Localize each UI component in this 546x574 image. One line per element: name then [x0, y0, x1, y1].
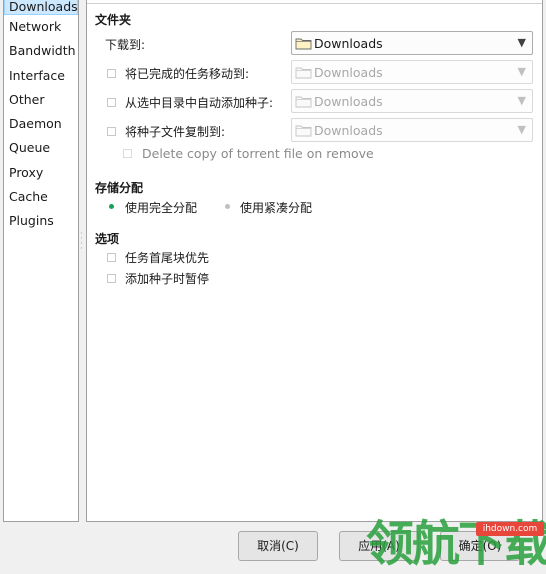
autoadd-checkbox[interactable] [107, 98, 116, 107]
move-completed-value: Downloads [314, 65, 383, 80]
dropdown-arrow-icon[interactable]: ▼ [518, 94, 526, 107]
sidebar-item-bandwidth[interactable]: Bandwidth [4, 39, 78, 63]
compact-allocation-label: 使用紧凑分配 [240, 201, 313, 215]
add-paused-checkbox[interactable] [107, 274, 116, 283]
sidebar-item-cache[interactable]: Cache [4, 185, 78, 209]
cancel-button[interactable]: 取消(C) [238, 531, 318, 561]
allocation-section-title: 存储分配 [95, 181, 144, 195]
sidebar-item-network[interactable]: Network [4, 15, 78, 39]
move-completed-combo[interactable]: Downloads ▼ [291, 60, 533, 84]
folder-icon [295, 125, 312, 137]
move-completed-label: 将已完成的任务移动到: [125, 67, 250, 81]
prioritize-label: 任务首尾块优先 [125, 251, 210, 265]
sidebar-item-interface[interactable]: Interface [4, 64, 78, 88]
watermark-badge: ihdown.com [476, 522, 544, 536]
folder-icon [295, 38, 312, 50]
delete-copy-checkbox[interactable] [123, 149, 132, 158]
sidebar-item-downloads[interactable]: Downloads [4, 0, 78, 15]
delete-copy-label: Delete copy of torrent file on remove [142, 146, 374, 161]
dropdown-arrow-icon[interactable]: ▼ [518, 123, 526, 136]
dropdown-arrow-icon[interactable]: ▼ [518, 36, 526, 49]
downloads-settings-panel: 文件夹 下载到: Downloads ▼ 将已完成的任务移动到: Downloa… [86, 0, 543, 522]
download-to-combo[interactable]: Downloads ▼ [291, 31, 533, 55]
panel-top-border [87, 0, 542, 4]
sidebar-item-other[interactable]: Other [4, 88, 78, 112]
dropdown-arrow-icon[interactable]: ▼ [518, 65, 526, 78]
autoadd-combo[interactable]: Downloads ▼ [291, 89, 533, 113]
folder-icon [295, 96, 312, 108]
copy-torrent-checkbox[interactable] [107, 127, 116, 136]
sidebar-item-proxy[interactable]: Proxy [4, 161, 78, 185]
options-section-title: 选项 [95, 232, 120, 246]
copy-torrent-label: 将种子文件复制到: [125, 125, 226, 139]
category-list[interactable]: Downloads Network Bandwidth Interface Ot… [3, 0, 79, 522]
download-to-label: 下载到: [105, 38, 146, 52]
download-to-value: Downloads [314, 36, 383, 51]
full-allocation-radio[interactable] [109, 204, 114, 209]
compact-allocation-radio[interactable] [225, 204, 230, 209]
add-paused-label: 添加种子时暂停 [125, 272, 210, 286]
folders-section-title: 文件夹 [95, 13, 132, 27]
prioritize-checkbox[interactable] [107, 253, 116, 262]
move-completed-checkbox[interactable] [107, 69, 116, 78]
sidebar-item-plugins[interactable]: Plugins [4, 209, 78, 233]
copy-torrent-combo[interactable]: Downloads ▼ [291, 118, 533, 142]
autoadd-value: Downloads [314, 94, 383, 109]
full-allocation-label: 使用完全分配 [125, 201, 198, 215]
sidebar-item-queue[interactable]: Queue [4, 136, 78, 160]
autoadd-label: 从选中目录中自动添加种子: [125, 96, 274, 110]
copy-torrent-value: Downloads [314, 123, 383, 138]
sidebar-item-daemon[interactable]: Daemon [4, 112, 78, 136]
folder-icon [295, 67, 312, 79]
